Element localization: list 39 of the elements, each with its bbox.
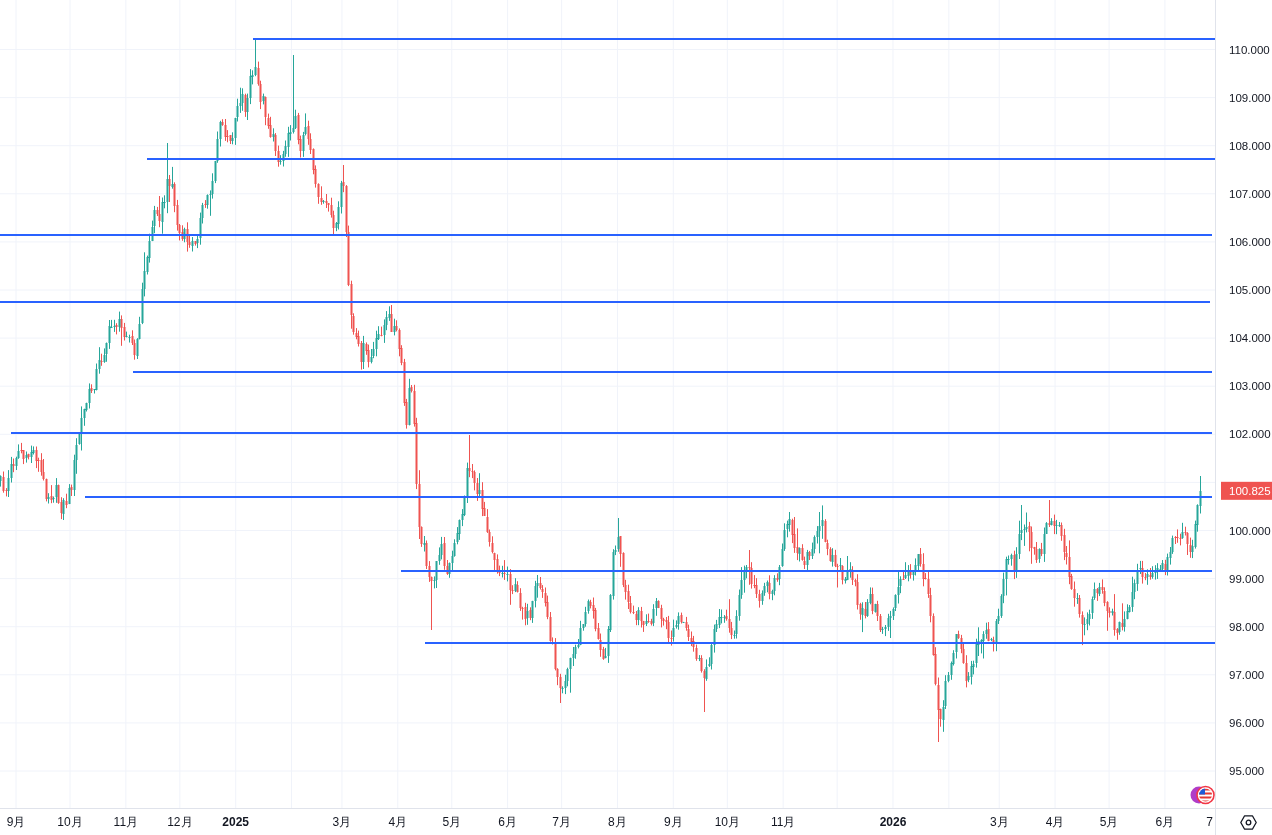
time-axis-label: 11月 <box>770 815 796 829</box>
price-axis-label: 102.000 <box>1229 428 1271 441</box>
time-axis-label: 2025 <box>222 815 250 829</box>
price-axis-label: 98.000 <box>1229 620 1265 633</box>
price-axis-label: 99.000 <box>1229 572 1265 585</box>
last-price-badge: 100.825 <box>1221 481 1272 500</box>
time-axis-label: 8月 <box>608 815 627 829</box>
price-axis-label: 106.000 <box>1229 235 1271 248</box>
time-axis-label: 12月 <box>167 815 193 829</box>
time-axis-label: 3月 <box>332 815 352 829</box>
time-axis-label: 9月 <box>663 815 683 829</box>
time-axis-label: 2026 <box>879 815 907 829</box>
time-axis-label: 4月 <box>1045 815 1065 829</box>
price-axis-label: 104.000 <box>1229 332 1271 345</box>
price-axis-label: 97.000 <box>1229 668 1265 681</box>
time-axis-label: 11月 <box>113 815 139 829</box>
time-axis-label: 10月 <box>714 815 740 829</box>
price-axis-label: 103.000 <box>1229 380 1271 393</box>
time-axis-label: 4月 <box>388 815 408 829</box>
time-axis-label: 7月 <box>552 815 571 829</box>
price-axis-label: 95.000 <box>1229 765 1265 777</box>
price-axis-label: 109.000 <box>1229 91 1271 104</box>
time-axis-label: 6月 <box>1155 815 1175 829</box>
time-axis-label: 6月 <box>498 815 517 829</box>
settings-button[interactable] <box>1238 812 1258 832</box>
time-axis-label: 5月 <box>1099 815 1119 829</box>
price-axis-label: 108.000 <box>1229 139 1271 152</box>
price-axis-label: 100.000 <box>1229 524 1271 537</box>
time-axis-label: 7 <box>1206 815 1213 829</box>
flag-marker-icon[interactable] <box>1190 785 1215 805</box>
price-axis-label: 105.000 <box>1229 284 1271 296</box>
price-axis-label: 107.000 <box>1229 187 1271 200</box>
time-axis-label: 10月 <box>57 815 83 829</box>
price-axis-label: 110.000 <box>1229 43 1270 56</box>
price-axis-label: 96.000 <box>1229 716 1265 729</box>
settings-icon <box>1239 814 1257 830</box>
time-axis-label: 5月 <box>442 815 462 829</box>
time-axis-label: 3月 <box>989 815 1009 829</box>
time-axis-label: 9月 <box>6 815 26 829</box>
